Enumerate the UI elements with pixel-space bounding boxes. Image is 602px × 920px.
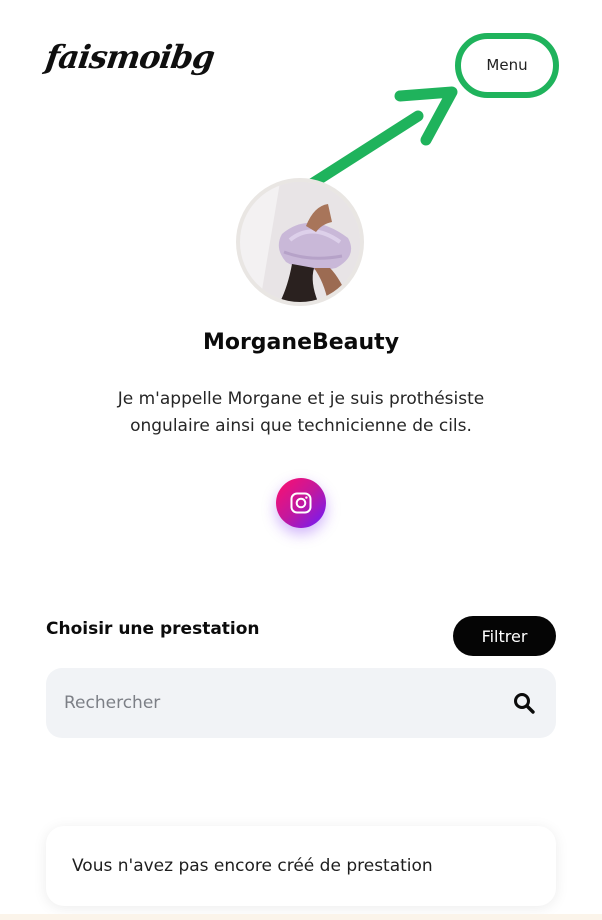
section-title: Choisir une prestation — [46, 619, 260, 639]
instagram-button[interactable] — [276, 478, 326, 528]
profile-avatar — [236, 178, 364, 306]
profile-bio: Je m'appelle Morgane et je suis prothési… — [117, 389, 485, 436]
profile-page: faismoibg Menu MorganeBeauty Je m'appell… — [0, 0, 602, 920]
empty-services-message: Vous n'avez pas encore créé de prestatio… — [46, 826, 556, 906]
bottom-divider — [0, 914, 602, 920]
menu-button[interactable]: Menu — [468, 44, 546, 86]
profile-name: MorganeBeauty — [202, 330, 400, 355]
brand-logo[interactable]: faismoibg — [43, 38, 216, 76]
search-bar — [46, 668, 556, 738]
search-input[interactable] — [64, 693, 510, 713]
instagram-icon — [290, 492, 312, 514]
filter-button[interactable]: Filtrer — [453, 616, 556, 656]
search-icon[interactable] — [510, 689, 538, 717]
